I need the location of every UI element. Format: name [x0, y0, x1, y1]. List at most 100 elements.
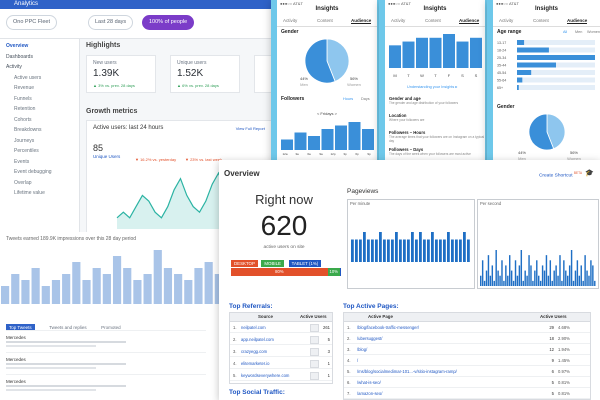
- sidebar-item-breakdowns[interactable]: Breakdowns: [14, 127, 42, 133]
- sidebar-item-active-users[interactable]: Active users: [14, 75, 41, 81]
- per-minute-bar: [463, 232, 466, 262]
- date-range-selector[interactable]: Last 28 days: [88, 15, 134, 30]
- active-page-path[interactable]: /blog/: [357, 347, 367, 352]
- referral-row[interactable]: 4. elitemarketer.io 1: [230, 359, 332, 369]
- active-page-path[interactable]: /what-is-seo/: [357, 380, 381, 385]
- segment-selector[interactable]: 100% of people: [142, 15, 195, 30]
- property-selector[interactable]: Ono PPC Fleet: [6, 15, 57, 30]
- referral-row[interactable]: 3. crazyegg.com 3: [230, 347, 332, 357]
- sidebar-item-activity[interactable]: Activity: [6, 64, 22, 70]
- sidebar-item-dashboards[interactable]: Dashboards: [6, 54, 33, 60]
- active-page-row[interactable]: 4. / 9 1.45%: [344, 356, 590, 366]
- sidebar-item-percentiles[interactable]: Percentiles: [14, 148, 39, 154]
- referral-source[interactable]: crazyegg.com: [241, 349, 267, 354]
- graduation-cap-icon[interactable]: 🎓: [585, 169, 594, 177]
- age-label: 65+: [497, 86, 503, 90]
- unique-users-card[interactable]: Unique users 1.52K ▲ 6% vs. prev. 28 day…: [170, 55, 240, 93]
- row-index: 6.: [347, 380, 351, 385]
- referral-row[interactable]: 5. keywordseverywhere.com 1: [230, 371, 332, 381]
- per-second-bar: [489, 275, 492, 286]
- tab-activity[interactable]: Activity: [283, 18, 297, 23]
- per-second-bar: [578, 275, 581, 286]
- list-item[interactable]: Mercedes: [6, 374, 206, 396]
- days-link[interactable]: Days: [361, 97, 370, 101]
- referral-row[interactable]: 2. app.neilpatel.com 5: [230, 335, 332, 345]
- tab-content[interactable]: Content: [425, 18, 441, 23]
- active-page-pct: 1.45%: [558, 358, 570, 363]
- per-second-bar: [592, 265, 594, 286]
- active-page-users: 6: [551, 369, 554, 374]
- follower-bar: [362, 129, 374, 150]
- impression-bar: [11, 274, 20, 304]
- sidebar-item-funnels[interactable]: Funnels: [14, 96, 32, 102]
- sidebar-item-revenue[interactable]: Revenue: [14, 85, 34, 91]
- create-shortcut-link[interactable]: Create Shortcut BETA: [539, 171, 582, 179]
- tab-audience[interactable]: Audience: [351, 18, 372, 24]
- active-page-pct: 2.90%: [558, 336, 570, 341]
- referral-source[interactable]: elitemarketer.io: [241, 361, 269, 366]
- per-minute-bar: [367, 239, 370, 262]
- per-second-bar: [491, 265, 494, 286]
- tab-content[interactable]: Content: [533, 18, 549, 23]
- age-bar: [517, 40, 525, 45]
- new-users-card[interactable]: New users 1.39K ▲ 3% vs. prev. 28 days: [86, 55, 156, 93]
- referral-row[interactable]: 1. neilpatel.com 261: [230, 323, 332, 333]
- sidebar-item-journeys[interactable]: Journeys: [14, 138, 34, 144]
- active-page-path[interactable]: /amazon-seo/: [357, 391, 382, 396]
- tab-activity[interactable]: Activity: [499, 18, 513, 23]
- sidebar-item-overlap[interactable]: Overlap: [14, 180, 32, 186]
- age-bar-track: [517, 77, 595, 83]
- tab-audience[interactable]: Audience: [567, 18, 588, 24]
- per-minute-bar: [443, 239, 446, 262]
- impressions-banner: Tweets earned 189.9K impressions over th…: [6, 236, 137, 242]
- tab-activity[interactable]: Activity: [391, 18, 405, 23]
- impression-bar: [153, 250, 162, 304]
- active-page-row[interactable]: 6. /what-is-seo/5 0.81%: [344, 378, 590, 388]
- referral-source[interactable]: keywordseverywhere.com: [241, 373, 289, 378]
- active-page-row[interactable]: 2. /ubersuggest/18 2.90%: [344, 334, 590, 344]
- impression-bar: [21, 280, 30, 304]
- referral-source[interactable]: app.neilpatel.com: [241, 337, 274, 342]
- active-page-path[interactable]: /ubersuggest/: [357, 336, 382, 341]
- active-page-path[interactable]: /: [357, 358, 358, 363]
- active-page-row[interactable]: 7. /amazon-seo/5 0.81%: [344, 389, 590, 399]
- list-item[interactable]: Mercedes: [6, 330, 206, 352]
- per-minute-bar: [403, 239, 406, 262]
- day-navigator[interactable]: < Fridays >: [277, 111, 377, 116]
- active-page-pct: 0.97%: [558, 369, 570, 374]
- active-users-count: 620: [260, 210, 308, 241]
- per-second-bar: [501, 260, 503, 286]
- active-page-path[interactable]: /blog/facebook-traffic-messenger/: [357, 325, 419, 330]
- active-page-row[interactable]: 3. /blog/12 1.94%: [344, 345, 590, 355]
- row-index: 1.: [347, 325, 351, 330]
- sidebar-item-cohorts[interactable]: Cohorts: [14, 117, 32, 123]
- card-delta: ▲ 3% vs. prev. 28 days: [93, 83, 135, 88]
- age-filter-women[interactable]: Women: [587, 30, 600, 34]
- sidebar-item-events[interactable]: Events: [14, 159, 29, 165]
- sidebar-item-retention[interactable]: Retention: [14, 106, 35, 112]
- list-item[interactable]: Mercedes: [6, 352, 206, 374]
- per-minute-bar: [387, 239, 390, 262]
- tab-audience[interactable]: Audience: [459, 18, 480, 24]
- sidebar-item-event-debugging[interactable]: Event debugging: [14, 169, 52, 175]
- impression-bar: [62, 274, 71, 304]
- age-filter-all[interactable]: All: [563, 30, 567, 34]
- hours-link[interactable]: Hours: [343, 97, 353, 101]
- tab-content[interactable]: Content: [317, 18, 333, 23]
- per-second-bar: [514, 260, 517, 286]
- per-second-bar: [576, 260, 579, 286]
- per-second-bar: [512, 280, 515, 286]
- sidebar-item-lifetime-value[interactable]: Lifetime value: [14, 190, 45, 196]
- sidebar-item-overview[interactable]: Overview: [6, 43, 28, 49]
- referral-source[interactable]: neilpatel.com: [241, 325, 266, 330]
- impression-bar: [204, 262, 213, 304]
- active-page-row[interactable]: 1. /blog/facebook-traffic-messenger/29 4.6…: [344, 323, 590, 333]
- col-active-page: Active Page: [368, 314, 393, 319]
- age-label: 18-24: [497, 49, 506, 53]
- understanding-insights-link[interactable]: Understanding your Insights ▸: [407, 84, 457, 89]
- age-filter-men[interactable]: Men: [575, 30, 582, 34]
- device-legend-tablet: TABLET (1%): [288, 260, 322, 267]
- insights-tabs: Activity Content Audience: [385, 17, 485, 27]
- active-page-row[interactable]: 5. /ms/blog/socialmedimar-101...-v/sitio-…: [344, 367, 590, 377]
- active-page-path[interactable]: /ms/blog/socialmedimar-101...-v/sitio-in…: [357, 369, 457, 374]
